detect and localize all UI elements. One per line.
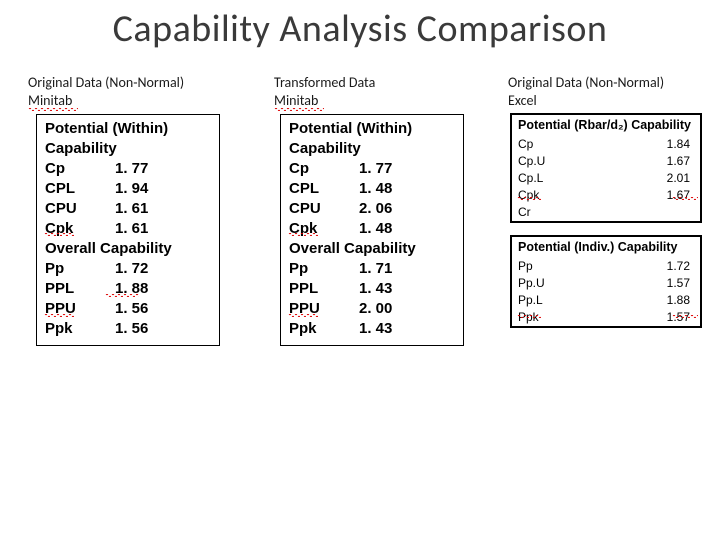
slide: Capability Analysis Comparison Original … xyxy=(0,0,720,540)
excel-indiv-ppu-label: Pp.U xyxy=(518,275,545,292)
box1-cpk-label: Cpk xyxy=(45,219,115,239)
col3-label: Original Data (Non-Normal) Excel xyxy=(508,74,708,110)
box1-ppk-label: Ppk xyxy=(45,319,115,339)
box1-potential-header-b: Capability xyxy=(45,139,211,159)
box2-cpk-label: Cpk xyxy=(289,219,359,239)
box2-ppk-value: 1. 43 xyxy=(359,319,392,339)
box2-potential-header-a: Potential (Within) xyxy=(289,119,455,139)
excel-box-rbar: Potential (Rbar/d₂) Capability Cp 1.84 Cp… xyxy=(510,113,702,223)
box2-ppl-value: 1. 43 xyxy=(359,279,392,299)
excel-rbar-cp-label: Cp xyxy=(518,136,533,153)
box1-cpu-label: CPU xyxy=(45,199,115,219)
box2-potential-header-b: Capability xyxy=(289,139,455,159)
col3-line2: Excel xyxy=(508,92,537,109)
box2-cpl-label: CPL xyxy=(289,179,359,199)
box2-cpk-value: 1. 48 xyxy=(359,219,392,239)
box2-ppu-value: 2. 00 xyxy=(359,299,392,319)
box1-cpu-value: 1. 61 xyxy=(115,199,148,219)
excel-rbar-cpk-label: Cpk xyxy=(518,187,539,204)
excel-rbar-cpl-label: Cp.L xyxy=(518,170,543,187)
excel-rbar-cpu-value: 1.67 xyxy=(667,153,690,170)
excel-column: Potential (Rbar/d₂) Capability Cp 1.84 Cp… xyxy=(510,113,702,340)
col3-line1: Original Data (Non-Normal) xyxy=(508,74,664,91)
box2-ppl-label: PPL xyxy=(289,279,359,299)
box1-cpk-value: 1. 61 xyxy=(115,219,148,239)
excel-indiv-ppl-value: 1.88 xyxy=(667,292,690,309)
box1-ppk-value: 1. 56 xyxy=(115,319,148,339)
excel-indiv-header: Potential (Indiv.) Capability xyxy=(512,237,700,258)
box1-ppl-label: PPL xyxy=(45,279,115,299)
capability-box-1: Potential (Within) Capability Cp1. 77 CP… xyxy=(36,114,220,346)
col1-line1: Original Data (Non-Normal) xyxy=(28,74,184,91)
box2-ppu-label: PPU xyxy=(289,299,359,319)
excel-rbar-cpk-value: 1.67 xyxy=(667,187,690,204)
col2-line2: Minitab xyxy=(274,92,318,109)
box1-ppl-value: 1. 88 xyxy=(115,279,148,299)
capability-box-2: Potential (Within) Capability Cp1. 77 CP… xyxy=(280,114,464,346)
page-title: Capability Analysis Comparison xyxy=(0,6,720,52)
box1-cp-label: Cp xyxy=(45,159,115,179)
box2-pp-value: 1. 71 xyxy=(359,259,392,279)
excel-rbar-header: Potential (Rbar/d₂) Capability xyxy=(512,115,700,136)
box2-cpl-value: 1. 48 xyxy=(359,179,392,199)
excel-rbar-cpl-value: 2.01 xyxy=(667,170,690,187)
col2-line1: Transformed Data xyxy=(274,74,375,91)
box1-potential-header-a: Potential (Within) xyxy=(45,119,211,139)
col2-label: Transformed Data Minitab xyxy=(274,74,494,110)
box1-overall-header: Overall Capability xyxy=(45,239,211,259)
excel-indiv-pp-value: 1.72 xyxy=(667,258,690,275)
excel-rbar-cpu-label: Cp.U xyxy=(518,153,545,170)
box1-cpl-label: CPL xyxy=(45,179,115,199)
excel-rbar-cp-value: 1.84 xyxy=(667,136,690,153)
box1-ppu-value: 1. 56 xyxy=(115,299,148,319)
box2-cp-label: Cp xyxy=(289,159,359,179)
box1-pp-value: 1. 72 xyxy=(115,259,148,279)
excel-indiv-ppk-value: 1.57 xyxy=(667,309,690,326)
excel-indiv-pp-label: Pp xyxy=(518,258,533,275)
box2-cpu-value: 2. 06 xyxy=(359,199,392,219)
box1-pp-label: Pp xyxy=(45,259,115,279)
box1-cp-value: 1. 77 xyxy=(115,159,148,179)
box2-cpu-label: CPU xyxy=(289,199,359,219)
col1-line2: Minitab xyxy=(28,92,72,109)
excel-indiv-ppk-label: Ppk xyxy=(518,309,539,326)
excel-box-indiv: Potential (Indiv.) Capability Pp 1.72 Pp.… xyxy=(510,235,702,328)
box2-ppk-label: Ppk xyxy=(289,319,359,339)
box2-cp-value: 1. 77 xyxy=(359,159,392,179)
box1-cpl-value: 1. 94 xyxy=(115,179,148,199)
box2-pp-label: Pp xyxy=(289,259,359,279)
excel-indiv-ppu-value: 1.57 xyxy=(667,275,690,292)
col1-label: Original Data (Non-Normal) Minitab xyxy=(28,74,248,110)
box2-overall-header: Overall Capability xyxy=(289,239,455,259)
excel-indiv-ppl-label: Pp.L xyxy=(518,292,543,309)
box1-ppu-label: PPU xyxy=(45,299,115,319)
excel-rbar-cr-label: Cr xyxy=(518,204,531,221)
